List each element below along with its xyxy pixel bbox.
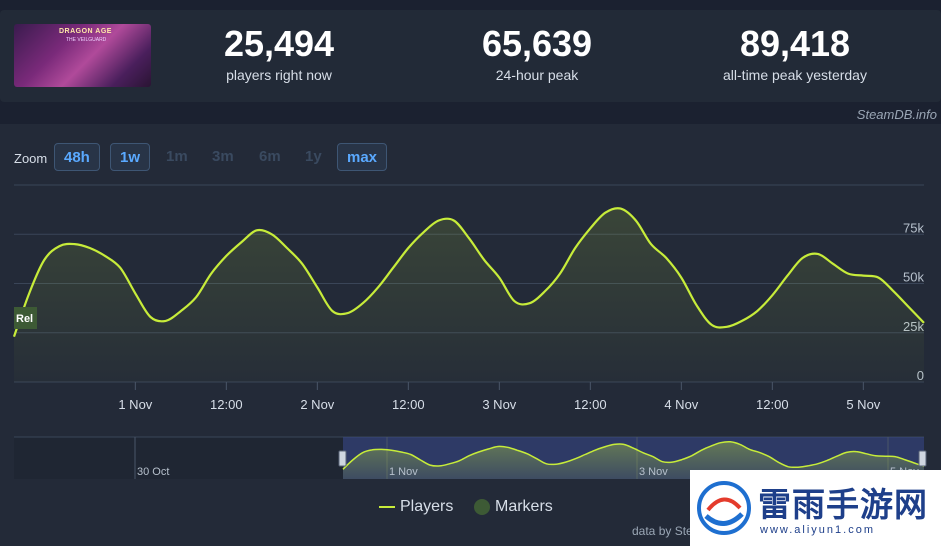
x-tick-label: 1 Nov <box>118 397 152 412</box>
players-chart[interactable]: 025k50k75k 1 Nov12:002 Nov12:003 Nov12:0… <box>0 0 941 546</box>
marker-label: Rel <box>16 313 33 325</box>
legend-line-icon <box>379 505 395 508</box>
x-tick-label: 3 Nov <box>482 397 516 412</box>
x-tick-label: 12:00 <box>574 397 607 412</box>
watermark-url: www.aliyun1.com <box>760 524 875 536</box>
x-tick-label: 4 Nov <box>664 397 698 412</box>
y-tick-label: 50k <box>903 270 924 285</box>
navigator-label: 30 Oct <box>137 466 169 478</box>
navigator-label: 3 Nov <box>639 466 668 478</box>
legend-item-markers[interactable]: Markers <box>474 498 553 516</box>
x-tick-label: 12:00 <box>392 397 425 412</box>
watermark: 雷雨手游网 www.aliyun1.com <box>690 470 941 546</box>
y-tick-label: 75k <box>903 220 924 235</box>
x-tick-label: 2 Nov <box>300 397 334 412</box>
navigator-right-handle[interactable] <box>918 450 927 467</box>
data-credit[interactable]: data by Ste <box>632 524 693 538</box>
navigator-label: 1 Nov <box>389 466 418 478</box>
x-tick-label: 5 Nov <box>846 397 880 412</box>
legend-item-players[interactable]: Players <box>379 498 453 516</box>
x-tick-label: 12:00 <box>756 397 789 412</box>
watermark-logo-icon <box>697 481 751 535</box>
x-tick-label: 12:00 <box>210 397 243 412</box>
x-axis-ticks: 1 Nov 12:00 2 Nov 12:00 3 Nov 12:00 4 Nov 12:00… <box>118 382 881 412</box>
watermark-title: 雷雨手游网 <box>758 486 928 523</box>
legend-label: Markers <box>495 498 553 515</box>
navigator-left-handle[interactable] <box>338 450 347 467</box>
legend-label: Players <box>400 498 454 515</box>
legend-dot-icon <box>474 498 490 515</box>
release-marker[interactable]: Rel <box>14 307 37 329</box>
